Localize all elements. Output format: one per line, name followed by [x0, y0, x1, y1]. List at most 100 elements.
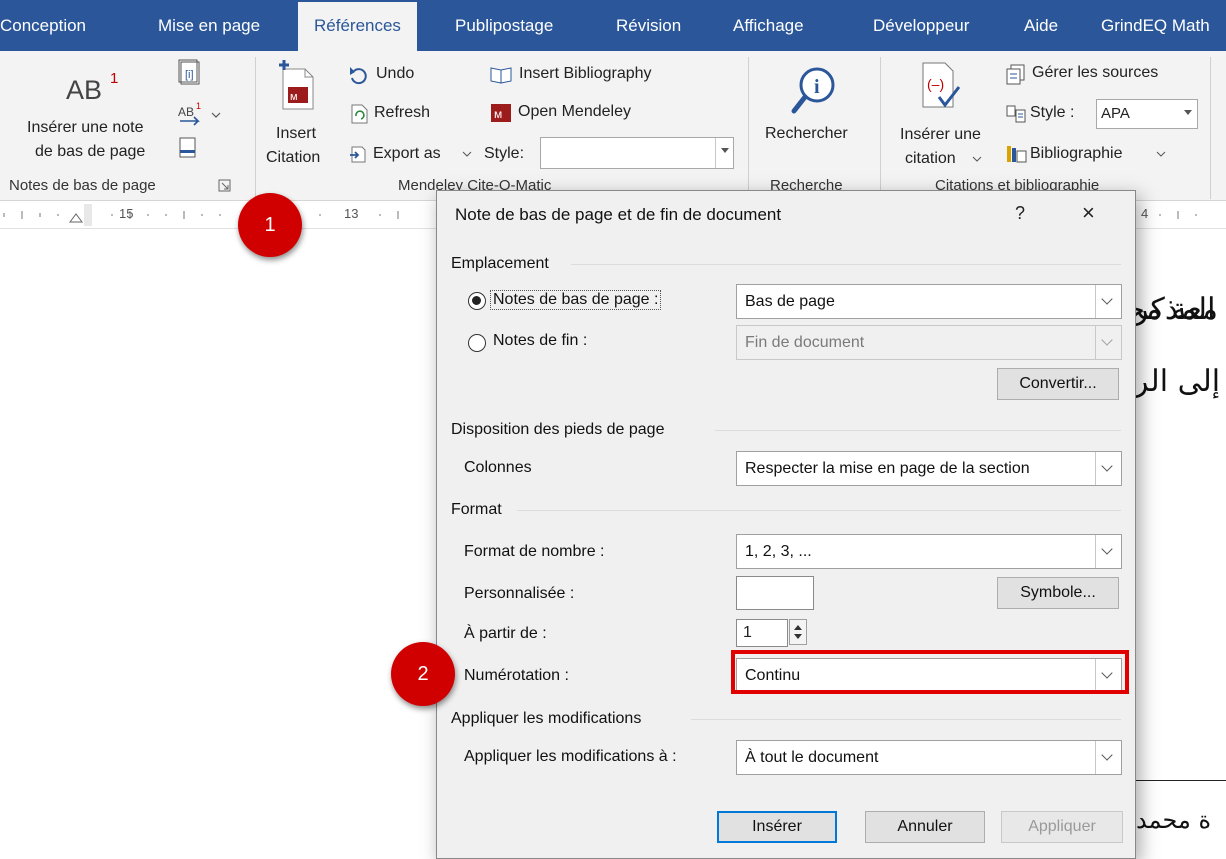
refresh-label: Refresh: [374, 104, 431, 121]
number-format-label: Format de nombre :: [464, 543, 605, 560]
endnotes-location-value: Fin de document: [745, 334, 865, 351]
search-label: Rechercher: [765, 125, 848, 142]
convert-button[interactable]: Convertir...: [997, 368, 1119, 400]
footnote-text[interactable]: ة محمد: [1136, 806, 1211, 834]
footnote-endnote-dialog: Note de bas de page et de fin de documen…: [436, 190, 1136, 859]
ribbon-panel: AB 1 Insérer une note de bas de page [i]…: [0, 51, 1226, 201]
tab-mise-en-page[interactable]: Mise en page: [158, 0, 260, 51]
citation-style-value: APA: [1101, 105, 1130, 122]
section-divider: [571, 264, 1121, 265]
insert-citation-word-icon: (–): [922, 62, 961, 108]
tab-aide[interactable]: Aide: [1024, 0, 1058, 51]
stepper-up-icon[interactable]: [794, 621, 802, 630]
mendeley-style-label: Style:: [484, 145, 525, 162]
insert-citation-label-1: Insert: [276, 125, 317, 142]
chevron-down-icon: [1095, 741, 1121, 774]
export-as-label: Export as: [373, 145, 441, 162]
tab-conception[interactable]: Conception: [0, 0, 86, 51]
tab-references[interactable]: Références: [298, 2, 417, 51]
ribbon-tab-bar: Conception Mise en page Références Publi…: [0, 0, 1226, 51]
chevron-down-icon: [1095, 535, 1121, 568]
footnote-separator-line: [1134, 780, 1226, 781]
svg-text:1: 1: [196, 101, 201, 111]
start-at-input[interactable]: 1: [736, 619, 788, 647]
apply-to-value: À tout le document: [745, 749, 879, 766]
columns-select[interactable]: Respecter la mise en page de la section: [736, 451, 1122, 486]
apply-to-label: Appliquer les modifications à :: [464, 748, 677, 765]
insert-button[interactable]: Insérer: [717, 811, 837, 843]
chevron-down-icon: [462, 151, 472, 157]
bibliography-icon: [1007, 146, 1027, 163]
group-separator: [1210, 57, 1211, 199]
symbol-button[interactable]: Symbole...: [997, 577, 1119, 609]
svg-text:AB: AB: [66, 75, 102, 105]
section-footer-layout: Disposition des pieds de page: [451, 421, 665, 438]
citation-style-label: Style :: [1030, 104, 1075, 121]
footnotes-radio[interactable]: [468, 292, 486, 310]
stepper-down-icon[interactable]: [794, 634, 802, 643]
chevron-down-icon: [1095, 326, 1121, 359]
insert-bibliography-label: Insert Bibliography: [519, 65, 652, 82]
tab-revision[interactable]: Révision: [616, 0, 681, 51]
mendeley-style-select[interactable]: [540, 137, 734, 169]
custom-mark-input[interactable]: [736, 576, 814, 610]
footnotes-label-text: Notes de bas de page :: [493, 291, 659, 308]
bibliography-label: Bibliographie: [1030, 145, 1123, 162]
insert-footnote-label-1: Insérer une note: [27, 119, 144, 136]
columns-value: Respecter la mise en page de la section: [745, 460, 1030, 477]
section-divider: [691, 719, 1121, 720]
tab-developpeur[interactable]: Développeur: [873, 0, 969, 51]
help-icon[interactable]: ?: [1015, 203, 1025, 224]
group-separator: [880, 57, 881, 199]
citation-style-select[interactable]: APA: [1096, 99, 1198, 129]
svg-text:(–): (–): [927, 76, 944, 92]
section-divider: [517, 510, 1121, 511]
apply-button[interactable]: Appliquer: [1001, 811, 1123, 843]
insert-citation-word-label-1: Insérer une: [900, 126, 981, 143]
document-text-fragment[interactable]: ب المذكر: [1134, 292, 1226, 327]
document-text-fragment[interactable]: إلى الر: [1134, 364, 1220, 399]
tab-affichage[interactable]: Affichage: [733, 0, 804, 51]
number-format-value: 1, 2, 3, ...: [745, 543, 812, 560]
section-format: Format: [451, 501, 502, 518]
svg-text:[i]: [i]: [185, 69, 194, 81]
export-icon: [350, 146, 366, 163]
tab-publipostage[interactable]: Publipostage: [455, 0, 553, 51]
apply-to-select[interactable]: À tout le document: [736, 740, 1122, 775]
manage-sources-label: Gérer les sources: [1032, 64, 1159, 81]
next-footnote-icon[interactable]: AB 1: [176, 99, 224, 129]
close-icon[interactable]: ×: [1082, 200, 1095, 226]
manage-sources-icon: [1006, 64, 1025, 85]
number-format-select[interactable]: 1, 2, 3, ...: [736, 534, 1122, 569]
group-separator: [748, 57, 749, 199]
insert-citation-icon: ᴍ: [279, 60, 314, 110]
style-icon: [1006, 105, 1026, 123]
insert-citation-label-2: Citation: [266, 149, 321, 166]
start-at-stepper[interactable]: [789, 619, 807, 645]
svg-text:i: i: [814, 76, 820, 98]
custom-mark-label: Personnalisée :: [464, 585, 575, 602]
tab-grindeq-math[interactable]: GrindEQ Math: [1101, 0, 1210, 51]
chevron-down-icon: [1156, 151, 1166, 157]
svg-text:AB: AB: [178, 105, 194, 119]
svg-text:1: 1: [110, 70, 118, 87]
svg-text:ᴍ: ᴍ: [290, 91, 298, 103]
columns-label: Colonnes: [464, 459, 532, 476]
callout-badge-1: 1: [238, 193, 302, 257]
chevron-down-icon: [1095, 452, 1121, 485]
highlight-box: [731, 650, 1129, 694]
cancel-button[interactable]: Annuler: [865, 811, 985, 843]
endnotes-radio[interactable]: [468, 334, 486, 352]
mendeley-logo-icon: ᴍ: [491, 104, 511, 122]
start-at-value: 1: [743, 624, 752, 641]
dialog-title: Note de bas de page et de fin de documen…: [455, 205, 782, 224]
dialog-launcher-icon[interactable]: [218, 179, 232, 193]
endnotes-location-select[interactable]: Fin de document: [736, 325, 1122, 360]
chevron-down-icon: [1095, 285, 1121, 318]
footnotes-location-select[interactable]: Bas de page: [736, 284, 1122, 319]
show-notes-icon[interactable]: [178, 137, 198, 159]
undo-label: Undo: [376, 65, 415, 82]
endnotes-label: Notes de fin :: [493, 332, 588, 349]
insert-table-of-authorities-icon[interactable]: [i]: [176, 59, 208, 89]
open-mendeley-label: Open Mendeley: [518, 103, 631, 120]
